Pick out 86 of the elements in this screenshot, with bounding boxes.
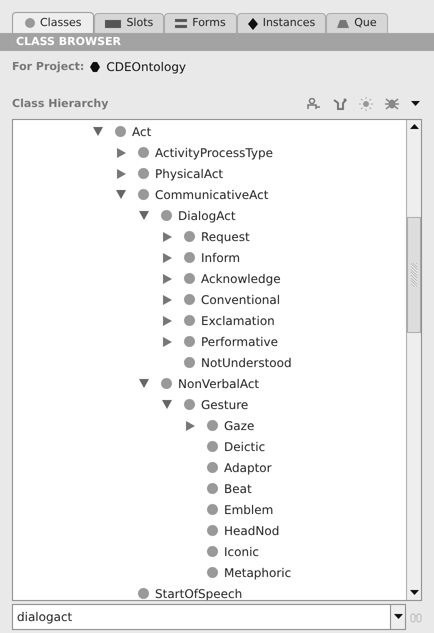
expanded-arrow-icon[interactable]	[93, 127, 103, 136]
rectangle-icon	[105, 20, 122, 28]
class-icon	[207, 420, 218, 431]
search-field[interactable]: dialogact	[12, 604, 390, 630]
class-icon	[138, 189, 149, 200]
header-text: CLASS BROWSER	[16, 35, 122, 48]
tree-item[interactable]: Adaptor	[224, 458, 272, 476]
class-icon	[184, 252, 195, 263]
class-icon	[184, 231, 195, 242]
diamond-icon	[248, 18, 258, 30]
tree-item[interactable]: Iconic	[224, 542, 260, 560]
class-icon	[184, 399, 195, 410]
collapsed-arrow-icon[interactable]	[162, 252, 172, 262]
section-title: Class Hierarchy	[12, 96, 110, 112]
bug-icon[interactable]	[385, 97, 399, 111]
class-icon	[161, 210, 172, 221]
class-icon	[207, 546, 218, 557]
class-icon	[184, 315, 195, 326]
collapsed-arrow-icon[interactable]	[186, 420, 194, 430]
class-icon	[207, 441, 218, 452]
tree-item[interactable]: Emblem	[224, 500, 274, 518]
tree-item[interactable]: Gaze	[224, 416, 254, 434]
tree-item[interactable]: NonVerbalAct	[178, 374, 260, 392]
collapsed-arrow-icon[interactable]	[162, 336, 172, 346]
dropdown-arrow-icon[interactable]	[394, 614, 402, 620]
project-name: CDEOntology	[106, 59, 186, 76]
class-icon	[161, 378, 172, 389]
collapsed-arrow-icon[interactable]	[162, 274, 172, 284]
scroll-up-icon[interactable]	[410, 124, 418, 130]
tree-item[interactable]: NotUnderstood	[201, 354, 292, 372]
collapsed-arrow-icon[interactable]	[162, 294, 172, 304]
circle-icon	[25, 18, 35, 28]
class-icon	[207, 525, 218, 536]
tree-item[interactable]: CommunicativeAct	[155, 186, 268, 204]
tree-item[interactable]: Conventional	[201, 290, 280, 308]
tree-item[interactable]: Deictic	[224, 438, 266, 456]
tree-item[interactable]: HeadNod	[224, 522, 280, 540]
scrollbar[interactable]	[406, 120, 421, 600]
collapsed-arrow-icon[interactable]	[116, 148, 126, 158]
tree-item[interactable]: StartOfSpeech	[155, 584, 242, 600]
lines-icon	[175, 19, 188, 28]
project-label: For Project:	[12, 58, 84, 75]
class-icon	[184, 273, 195, 284]
class-icon	[115, 126, 126, 137]
collapsed-arrow-icon[interactable]	[116, 168, 126, 178]
tree-item[interactable]: Beat	[224, 480, 252, 498]
collapsed-arrow-icon[interactable]	[162, 316, 172, 326]
sun-icon[interactable]	[359, 97, 373, 111]
class-icon	[184, 336, 195, 347]
class-icon	[184, 294, 195, 305]
expanded-arrow-icon[interactable]	[116, 190, 126, 199]
dropdown-arrow-icon[interactable]	[411, 101, 420, 107]
tab[interactable]: Que	[326, 13, 388, 33]
class-icon	[138, 147, 149, 158]
tree-item[interactable]: Acknowledge	[201, 270, 281, 288]
tab[interactable]: Slots	[94, 13, 164, 33]
class-icon	[184, 357, 195, 368]
scroll-thumb[interactable]	[407, 217, 421, 333]
triangle-icon	[337, 20, 350, 28]
collapsed-arrow-icon[interactable]	[162, 232, 172, 242]
person-icon[interactable]	[307, 98, 321, 110]
class-icon	[207, 462, 218, 473]
tree-item[interactable]: Performative	[201, 332, 278, 350]
hierarchy-icon[interactable]	[333, 98, 347, 110]
tree-item[interactable]: Inform	[201, 248, 240, 266]
tree-item[interactable]: Exclamation	[201, 312, 275, 330]
tree-item[interactable]: Metaphoric	[224, 564, 292, 582]
expanded-arrow-icon[interactable]	[162, 400, 172, 409]
scroll-down-icon[interactable]	[410, 590, 418, 596]
class-icon	[207, 567, 218, 578]
tree-item[interactable]: Request	[201, 228, 250, 246]
tree-item[interactable]: DialogAct	[178, 206, 236, 224]
class-icon	[207, 483, 218, 494]
expanded-arrow-icon[interactable]	[139, 211, 149, 220]
tab[interactable]: Forms	[164, 13, 237, 33]
tab[interactable]: Classes	[12, 12, 94, 33]
class-icon	[207, 504, 218, 515]
tree-item[interactable]: Act	[132, 122, 152, 140]
hexagon-icon	[90, 62, 100, 72]
tree-item[interactable]: Gesture	[201, 396, 248, 414]
tree-item[interactable]: ActivityProcessType	[155, 144, 273, 162]
expanded-arrow-icon[interactable]	[139, 379, 149, 388]
tree-item[interactable]: PhysicalAct	[155, 164, 224, 182]
class-icon	[138, 588, 149, 599]
class-icon	[138, 168, 149, 179]
tab[interactable]: Instances	[236, 13, 326, 33]
